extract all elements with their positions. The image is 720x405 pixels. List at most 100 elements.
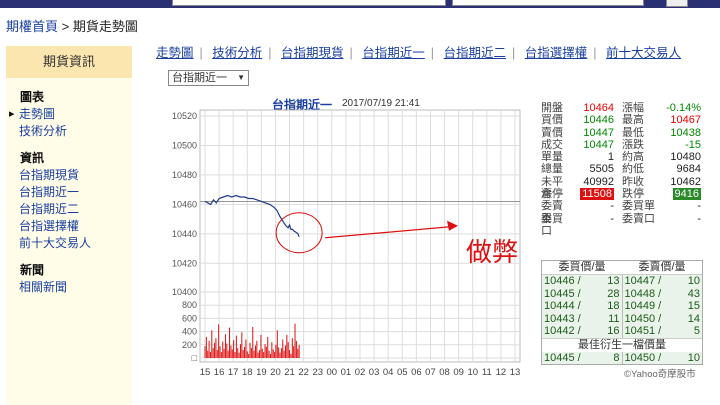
quote-row: 未平倉 40992 昨收 10462	[541, 175, 701, 201]
ask-header: 委賣價/量	[638, 261, 686, 273]
x-tick-label: 21	[284, 367, 295, 378]
best-derived-label: 最佳衍生一檔價量	[542, 337, 702, 352]
volume-tick-label: 600	[182, 313, 197, 323]
ask-price: 10447 /	[624, 275, 662, 287]
x-tick-label: 06	[411, 367, 422, 378]
quote-label: 委買口	[541, 212, 563, 237]
sidebar-item-trend-chart[interactable]: 走勢圖	[9, 106, 132, 122]
quote-value: -	[697, 200, 701, 213]
quote-row: 總量 5505 約低 9684	[541, 163, 701, 175]
callout-arrow	[325, 226, 451, 239]
x-tick-label: 10	[467, 367, 478, 378]
x-tick-label: 01	[341, 367, 352, 378]
best-ask-price: 10450 /	[624, 351, 662, 364]
topnav-technical-analysis[interactable]: 技術分析	[212, 46, 262, 60]
sidebar-item-related-news[interactable]: 相關新聞	[19, 279, 132, 295]
ask-price: 10449 /	[624, 300, 662, 312]
topnav-trend-chart[interactable]: 走勢圖	[156, 46, 194, 60]
bid-price: 10445 /	[544, 287, 581, 300]
quote-value: -15	[685, 138, 701, 151]
sidebar-item-near-month-1[interactable]: 台指期近一	[19, 184, 132, 200]
y-tick-label: 10440	[172, 229, 197, 239]
x-tick-label: 13	[510, 367, 521, 378]
x-tick-label: 04	[383, 367, 394, 378]
x-tick-label: 08	[439, 367, 450, 378]
topnav-near-month-1[interactable]: 台指期近一	[362, 46, 425, 60]
topnav-spot[interactable]: 台指期現貨	[281, 46, 344, 60]
bid-cell: 10442 / 16	[542, 325, 623, 338]
quote-label: 單量	[541, 151, 563, 164]
sidebar-section-charts: 圖表	[20, 90, 45, 104]
topnav-separator: |	[430, 46, 435, 60]
ask-cell: 10448 / 43	[622, 287, 702, 300]
x-tick-label: 02	[355, 367, 366, 378]
topnav-separator: |	[199, 46, 203, 60]
volume-tick-label: □	[192, 353, 198, 363]
bid-cell: 10443 / 11	[542, 312, 623, 325]
quote-label: 未平倉	[541, 175, 563, 201]
quote-panel: 開盤 10464 漲幅 -0.14% 買價 10446 最高 10467 賣價 10447 最低 10…	[541, 102, 701, 237]
quote-label: 漲跌	[622, 138, 644, 151]
ask-price: 10448 /	[624, 287, 662, 300]
quote-value: 10438	[670, 126, 701, 139]
topnav-near-month-2[interactable]: 台指期近二	[444, 46, 507, 60]
breadcrumb-home-link[interactable]: 期權首頁	[6, 19, 58, 34]
x-tick-label: 15	[200, 367, 211, 378]
sidebar-item-near-month-2[interactable]: 台指期近二	[19, 201, 132, 217]
sidebar-section-info: 資訊	[20, 151, 45, 165]
sidebar-item-spot[interactable]: 台指期現貨	[19, 167, 132, 183]
ask-qty: 10	[687, 275, 700, 287]
sidebar-header: 期貨資訊	[6, 46, 132, 78]
quote-row: 委賣單 - 委買單 -	[541, 200, 701, 224]
sidebar-item-options[interactable]: 台指選擇權	[19, 218, 132, 234]
bid-cell: 10445 / 28	[542, 287, 623, 300]
ask-cell: 10449 / 15	[622, 300, 702, 313]
x-tick-label: 07	[425, 367, 436, 378]
sidebar-item-top-ten-traders[interactable]: 前十大交易人	[19, 235, 132, 251]
quote-label: 委買單	[622, 200, 655, 213]
quote-label: 賣價	[541, 126, 563, 139]
quote-value: 1	[607, 151, 614, 164]
ask-price: 10450 /	[624, 312, 662, 325]
topnav-top-ten-traders[interactable]: 前十大交易人	[606, 46, 681, 60]
topnav-separator: |	[593, 46, 597, 60]
quote-row: 買價 10446 最高 10467	[541, 114, 701, 126]
top-input-box[interactable]	[452, 0, 644, 6]
top-nav: 走勢圖 | 技術分析 | 台指期現貨 | 台指期近一 | 台指期近二 | 台指選擇權 | 前…	[156, 42, 687, 61]
quote-row: 開盤 10464 漲幅 -0.14%	[541, 102, 701, 114]
chevron-down-icon: ▼	[237, 73, 245, 82]
bid-price: 10442 /	[544, 325, 581, 337]
bid-price: 10446 /	[544, 275, 581, 287]
quote-value: 10480	[670, 151, 701, 164]
quote-value: -	[610, 212, 614, 225]
x-axis-labels: 15 16 17 18 19 20 21 22 23 00 01 02 03 04 05 06 07 08 09 10…	[200, 367, 521, 378]
top-button[interactable]	[666, 0, 688, 7]
best-derived-row: 10445 / 8 10450 / 10	[542, 351, 702, 364]
quote-row: 成交 10447 漲跌 -15	[541, 139, 701, 151]
best-bid-price: 10445 /	[544, 351, 581, 364]
best-ask-qty: 10	[687, 351, 700, 364]
order-book-row: 10443 / 11 10450 / 14	[542, 312, 702, 325]
bid-price: 10443 /	[544, 312, 581, 325]
x-tick-label: 09	[453, 367, 464, 378]
quote-value: 10447	[583, 138, 614, 151]
topnav-separator: |	[268, 46, 272, 60]
bid-cell: 10446 / 13	[542, 275, 623, 288]
quote-row: 委買口 - 委賣口 -	[541, 212, 701, 237]
bid-qty: 11	[608, 312, 620, 325]
volume-tick-label: 800	[182, 300, 197, 310]
top-search-box[interactable]	[172, 0, 446, 6]
ask-price: 10451 /	[624, 325, 662, 337]
ask-qty: 5	[693, 325, 700, 337]
quote-value: 9416	[672, 188, 701, 201]
bid-header: 委買價/量	[558, 261, 606, 273]
x-tick-label: 12	[496, 367, 507, 378]
sidebar-item-technical-analysis[interactable]: 技術分析	[19, 123, 132, 139]
topnav-options[interactable]: 台指選擇權	[525, 46, 588, 60]
contract-select[interactable]: 台指期近一 ▼	[168, 70, 249, 86]
order-book-row: 10442 / 16 10451 / 5	[542, 325, 702, 338]
best-bid-cell: 10445 / 8	[542, 351, 623, 364]
volume-bars	[204, 323, 300, 358]
x-tick-label: 17	[228, 367, 239, 378]
quote-value: -	[610, 200, 614, 213]
